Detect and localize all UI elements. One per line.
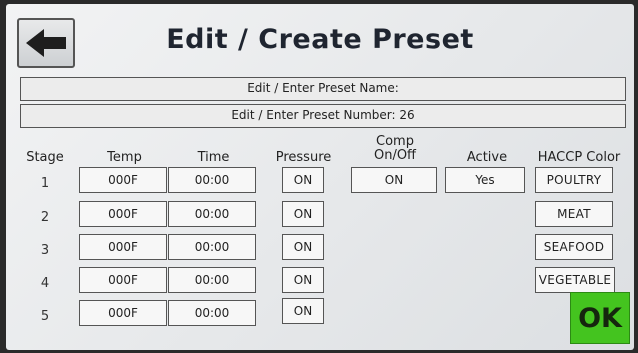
ok-button[interactable]: OK (570, 292, 630, 344)
header-haccp: HACCP Color (537, 150, 621, 165)
pressure-toggle-4[interactable]: ON (282, 267, 324, 293)
active-toggle[interactable]: Yes (445, 167, 525, 193)
time-field-4[interactable]: 00:00 (168, 267, 256, 293)
temp-field-2[interactable]: 000F (79, 201, 167, 227)
temp-field-1[interactable]: 000F (79, 167, 167, 193)
stage-number: 3 (40, 243, 50, 258)
pressure-toggle-3[interactable]: ON (282, 234, 324, 260)
temp-field-4[interactable]: 000F (79, 267, 167, 293)
stage-number: 2 (40, 210, 50, 225)
haccp-poultry-button[interactable]: POULTRY (535, 167, 613, 193)
pressure-toggle-1[interactable]: ON (282, 167, 324, 193)
stage-number: 4 (40, 276, 50, 291)
preset-number-field[interactable]: Edit / Enter Preset Number: 26 (20, 104, 626, 128)
time-field-1[interactable]: 00:00 (168, 167, 256, 193)
haccp-vegetable-button[interactable]: VEGETABLE (535, 267, 615, 293)
header-active: Active (466, 150, 508, 165)
haccp-meat-button[interactable]: MEAT (535, 201, 613, 227)
preset-editor-screen: Edit / Create Preset Edit / Enter Preset… (6, 4, 634, 350)
pressure-toggle-5[interactable]: ON (282, 298, 324, 324)
haccp-seafood-button[interactable]: SEAFOOD (535, 234, 613, 260)
header-temp: Temp (107, 150, 142, 165)
preset-name-field[interactable]: Edit / Enter Preset Name: (20, 77, 626, 101)
header-pressure: Pressure (275, 150, 332, 165)
pressure-toggle-2[interactable]: ON (282, 201, 324, 227)
header-stage: Stage (26, 150, 64, 165)
temp-field-5[interactable]: 000F (79, 300, 167, 326)
time-field-3[interactable]: 00:00 (168, 234, 256, 260)
stage-number: 5 (40, 309, 50, 324)
comp-toggle[interactable]: ON (351, 167, 437, 193)
temp-field-3[interactable]: 000F (79, 234, 167, 260)
header-time: Time (197, 150, 230, 165)
time-field-5[interactable]: 00:00 (168, 300, 256, 326)
time-field-2[interactable]: 00:00 (168, 201, 256, 227)
stage-number: 1 (40, 176, 50, 191)
header-comp: Comp On/Off (373, 134, 417, 163)
page-title: Edit / Create Preset (166, 24, 474, 55)
